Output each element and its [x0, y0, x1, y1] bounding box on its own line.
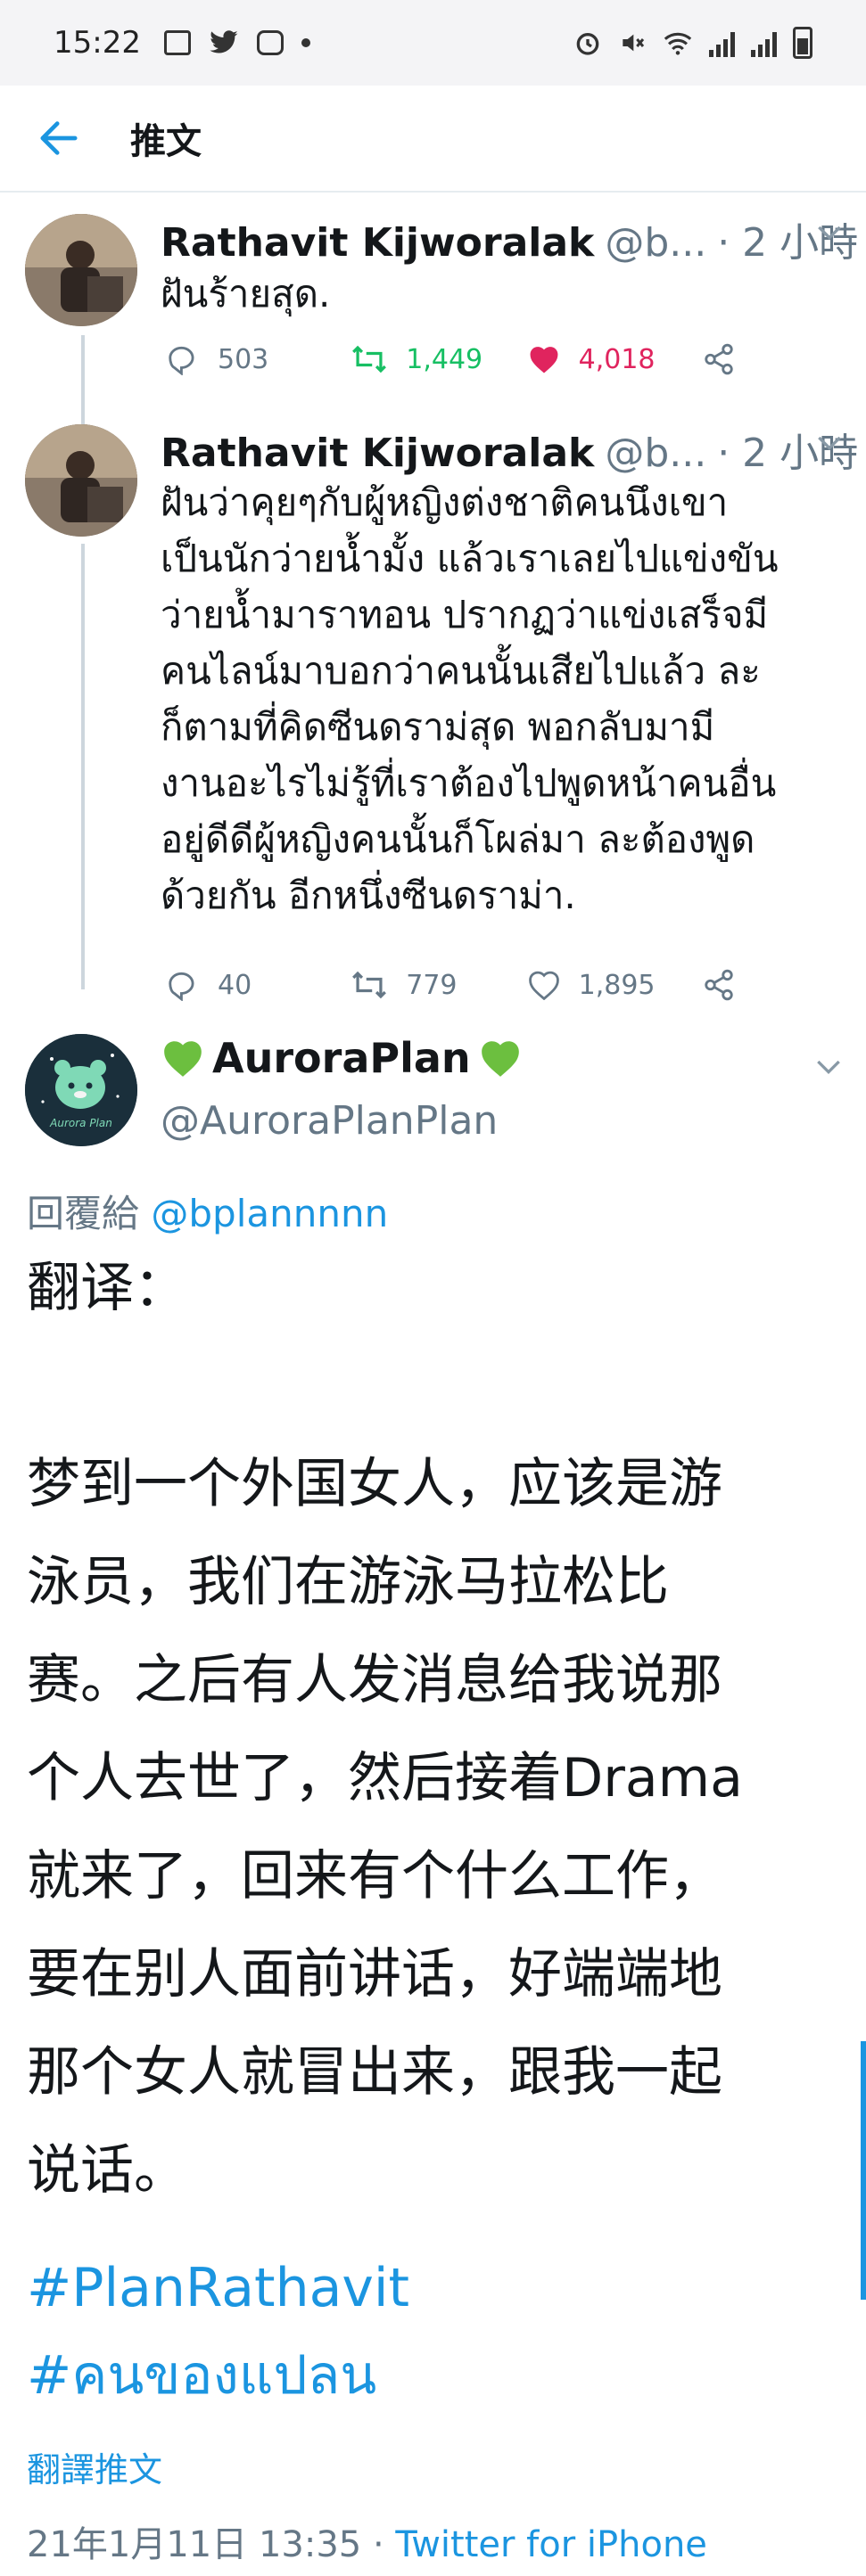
like-count: 1,895 [578, 969, 656, 1001]
heart-icon [530, 347, 558, 373]
like-count: 4,018 [578, 343, 656, 375]
page-title: 推文 [130, 121, 202, 162]
notification-dot-icon [301, 38, 310, 47]
avatar[interactable] [25, 424, 137, 537]
display-name[interactable]: AuroraPlan [161, 1034, 523, 1082]
retweet-count: 1,449 [406, 343, 483, 375]
retweet-icon [352, 971, 387, 999]
signal-icon-2 [751, 29, 777, 57]
like-button[interactable]: 1,895 [527, 970, 701, 1001]
tweet-meta: 21年1月11日 13:35 · Twitter for iPhone [27, 2515, 707, 2567]
handle: @b... [605, 220, 707, 266]
share-icon [705, 969, 733, 1001]
handle[interactable]: @AuroraPlanPlan [161, 1098, 498, 1144]
app-header: 推文 [0, 86, 866, 193]
share-icon [705, 343, 733, 375]
reply-button[interactable]: 40 [166, 969, 351, 1001]
tweet-timestamp: 21年1月11日 13:35 · [27, 2524, 396, 2565]
reply-count: 503 [218, 343, 269, 375]
avatar[interactable] [25, 214, 137, 326]
share-button[interactable] [701, 342, 737, 376]
mute-icon [623, 34, 645, 52]
reply-icon [169, 972, 194, 1001]
thread-tweet[interactable]: Rathavit Kijworalak @b... · 2 小時 ฝันว่าค… [0, 421, 866, 1018]
reply-icon [169, 346, 194, 375]
hashtag-link[interactable]: #PlanRathavit [27, 2244, 409, 2332]
share-button[interactable] [701, 968, 737, 1002]
hashtag-link[interactable]: #คนของแปลน [27, 2332, 409, 2419]
tweet-actions: 503 1,449 4,018 [166, 342, 737, 376]
translate-tweet-link[interactable]: 翻譯推文 [27, 2442, 162, 2491]
reply-prefix: 回覆給 [27, 1192, 140, 1235]
tweet-text: ฝันว่าคุยๆกับผู้หญิงต่งชาติคนนึงเขา เป็น… [161, 480, 779, 917]
avatar-label: Aurora Plan [49, 1117, 112, 1129]
display-name[interactable]: Rathavit Kijworalak [161, 431, 594, 476]
alarm-icon [576, 33, 599, 55]
chevron-down-icon[interactable] [812, 214, 847, 250]
reply-to-link[interactable]: @bplannnnn [151, 1192, 388, 1235]
instagram-icon [256, 30, 284, 55]
tweet-actions: 40 779 1,895 [166, 968, 737, 1002]
like-button[interactable]: 4,018 [527, 344, 701, 375]
tweet-text: ฝันร้ายสุด. [161, 272, 331, 316]
handle: @b... [605, 431, 707, 476]
scrollbar[interactable] [861, 2041, 866, 2300]
source-link[interactable]: Twitter for iPhone [395, 2524, 707, 2565]
tweet-text: 翻译： 梦到一个外国女人，应该是游 泳员，我们在游泳马拉松比 赛。之后有人发消息… [27, 1257, 743, 2202]
reply-button[interactable]: 503 [166, 343, 351, 375]
avatar[interactable]: Aurora Plan [25, 1034, 137, 1146]
chevron-down-icon[interactable] [812, 424, 847, 460]
tweet-header: Rathavit Kijworalak @b... · 2 小時 [161, 421, 858, 478]
retweet-count: 779 [406, 969, 458, 1001]
status-bar: 15:22 [0, 0, 866, 86]
signal-icon [709, 29, 735, 57]
retweet-icon [352, 345, 387, 373]
thread-tweet[interactable]: Rathavit Kijworalak @b... · 2 小時 ฝันร้าย… [0, 210, 866, 406]
retweet-button[interactable]: 1,449 [351, 344, 526, 375]
battery-icon [793, 27, 812, 59]
reply-context: 回覆給 @bplannnnn [27, 1184, 388, 1238]
back-button[interactable] [32, 111, 86, 165]
reply-count: 40 [218, 969, 252, 1001]
chevron-down-icon[interactable] [811, 1048, 846, 1084]
retweet-button[interactable]: 779 [351, 970, 526, 1001]
green-heart-icon [481, 1041, 519, 1077]
main-tweet: Aurora Plan AuroraPlan @AuroraPlanPlan 回… [0, 1034, 866, 2576]
display-name[interactable]: Rathavit Kijworalak [161, 220, 594, 266]
status-time: 15:22 [54, 25, 141, 61]
hashtags: #PlanRathavit #คนของแปลน [27, 2244, 409, 2419]
back-arrow-icon [40, 121, 78, 155]
green-heart-icon [164, 1041, 202, 1077]
heart-outline-icon [528, 971, 559, 1000]
wifi-icon [664, 32, 692, 55]
display-name-text: AuroraPlan [212, 1034, 471, 1082]
tweet-header: Rathavit Kijworalak @b... · 2 小時 [161, 210, 858, 267]
twitter-bird-icon [210, 30, 238, 53]
gallery-icon [163, 30, 191, 55]
